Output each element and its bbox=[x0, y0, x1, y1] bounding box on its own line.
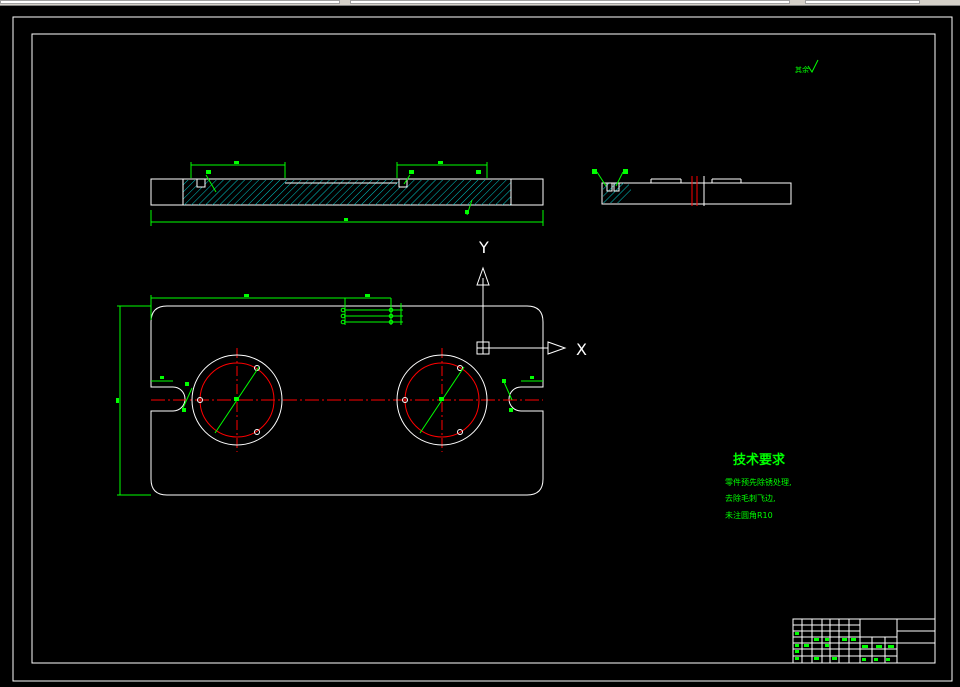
note-line-2: 去除毛刺飞边, bbox=[725, 493, 776, 503]
note-line-3: 未注圆角R10 bbox=[725, 510, 773, 520]
toolbar-field[interactable] bbox=[350, 0, 790, 4]
toolbar-field[interactable] bbox=[0, 0, 340, 4]
title-block-labels bbox=[795, 632, 894, 661]
ucs-x-label: X bbox=[576, 340, 587, 359]
roughness-label: 其余 bbox=[795, 65, 809, 74]
ucs-icon: Y X bbox=[476, 238, 587, 359]
notes-title: 技术要求 bbox=[733, 452, 786, 468]
cad-drawing-canvas[interactable]: 其余 Y X 技术要求 零件预先除锈处理, 去除毛刺飞边, 未注圆角R10 bbox=[0, 6, 960, 687]
plan-view bbox=[116, 294, 544, 496]
ucs-y-label: Y bbox=[478, 238, 489, 257]
toolbar-field[interactable] bbox=[805, 0, 920, 4]
note-line-1: 零件预先除锈处理, bbox=[725, 477, 792, 487]
technical-requirements: 技术要求 零件预先除锈处理, 去除毛刺飞边, 未注圆角R10 bbox=[725, 452, 792, 520]
roughness-symbol: 其余 bbox=[795, 59, 819, 74]
front-section-view bbox=[150, 161, 544, 226]
side-view bbox=[592, 169, 792, 206]
